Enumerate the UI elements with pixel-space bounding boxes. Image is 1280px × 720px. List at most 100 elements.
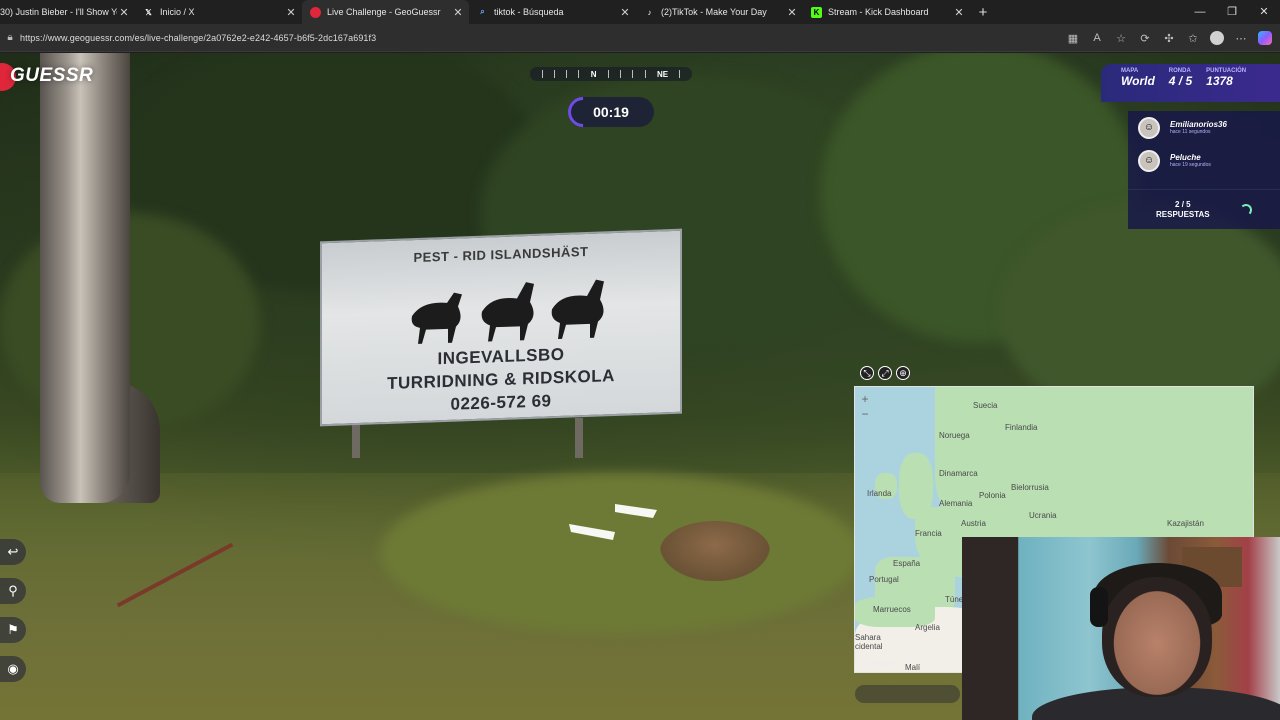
refresh-icon[interactable]: ⟳ (1138, 32, 1152, 45)
player-time: hace 19 segundos (1170, 162, 1211, 168)
minimize-icon[interactable]: — (1184, 0, 1216, 24)
flag-button[interactable]: ⚑ (0, 617, 26, 643)
copilot-icon[interactable] (1258, 31, 1272, 45)
tab-tiktok-search[interactable]: ⌕ tiktok - Búsqueda ✕ (469, 0, 636, 24)
close-icon[interactable]: ✕ (451, 6, 465, 19)
geoguessr-logo[interactable]: GUESSR (0, 63, 99, 91)
map-label-ucrania: Ucrania (1029, 511, 1057, 520)
zoom-in-icon[interactable]: + (859, 393, 871, 405)
map-label-noruega: Noruega (939, 431, 970, 440)
return-to-start-button[interactable]: ↩ (0, 539, 26, 565)
tab-justin-bieber[interactable]: 30) Justin Bieber - I'll Show You ✕ (0, 0, 135, 24)
street-view-panorama[interactable]: PEST - RID ISLANDSHÄST INGEVALLSBO TURRI… (0, 53, 1280, 720)
map-label-mali: Malí (905, 663, 921, 672)
avatar: ☺ (1138, 149, 1160, 172)
map-label-suecia: Suecia (973, 401, 998, 410)
close-window-icon[interactable]: ✕ (1248, 0, 1280, 24)
map-label-alemania: Alemania (939, 499, 973, 508)
chat-icon: ◉ (7, 661, 19, 676)
loading-spinner-icon (1239, 203, 1252, 216)
profile-avatar[interactable] (1210, 31, 1224, 45)
map-zoom-controls: + − (859, 393, 873, 420)
compass-bar: N NE (530, 67, 692, 81)
tab-title: (2)TikTok - Make Your Day (661, 7, 767, 17)
map-label-kazajistan: Kazajistán (1167, 519, 1204, 528)
more-icon[interactable]: ⋯ (1234, 32, 1248, 45)
tab-title: Inicio / X (160, 7, 195, 17)
avatar: ☺ (1138, 116, 1160, 139)
grid-icon[interactable]: ▦ (1066, 32, 1080, 45)
map-label-argelia: Argelia (915, 623, 940, 632)
player-row: ☺ Emilianorios36 hace 11 segundos (1128, 111, 1280, 144)
map-info: MAPA World (1121, 68, 1155, 102)
map-value: World (1121, 74, 1155, 88)
extensions-icon[interactable]: ✣ (1162, 32, 1176, 45)
expand-map-icon[interactable]: ⤡ (860, 366, 874, 380)
close-icon[interactable]: ✕ (785, 6, 799, 19)
url-field[interactable]: https://www.geoguessr.com/es/live-challe… (20, 33, 376, 43)
map-label-tunez: Túne (945, 595, 964, 604)
guess-button[interactable] (855, 685, 960, 703)
move-arrow-icon[interactable] (565, 496, 665, 546)
tab-tiktok[interactable]: ♪ (2)TikTok - Make Your Day ✕ (636, 0, 803, 24)
answers-label: RESPUESTAS (1156, 209, 1210, 219)
webcam-person-face (1102, 577, 1212, 697)
round-info: RONDA 4 / 5 (1169, 68, 1192, 102)
flag-icon: ⚑ (7, 622, 19, 637)
google-attribution: Google (865, 658, 896, 668)
answers-count: 2 / 5 (1175, 199, 1191, 209)
map-size-controls: ⤡ ⤢ ⊕ (860, 366, 910, 380)
round-timer: 00:19 (561, 90, 654, 134)
sign-post (575, 418, 583, 458)
geoguessr-icon (310, 6, 321, 18)
road-sign: PEST - RID ISLANDSHÄST INGEVALLSBO TURRI… (320, 228, 682, 427)
lock-icon[interactable]: 🔒︎ (0, 32, 20, 43)
score-info: PUNTUACIÓN 1378 (1206, 68, 1246, 102)
map-label-francia: Francia (915, 529, 942, 538)
new-tab-button[interactable]: + (972, 4, 994, 21)
close-icon[interactable]: ✕ (117, 6, 131, 19)
map-label-finlandia: Finlandia (1005, 423, 1038, 432)
address-bar: 🔒︎ https://www.geoguessr.com/es/live-cha… (0, 24, 1280, 52)
tab-title: 30) Justin Bieber - I'll Show You (0, 7, 117, 17)
player-row: ☺ Peluche hace 19 segundos (1128, 144, 1280, 177)
tab-title: Live Challenge - GeoGuessr (327, 7, 441, 17)
chat-button[interactable]: ◉ (0, 656, 26, 682)
tab-kick[interactable]: K Stream - Kick Dashboard ✕ (803, 0, 970, 24)
map-label-marruecos: Marruecos (873, 605, 911, 614)
x-icon: 𝕏 (145, 7, 152, 17)
map-label-bielorrusia: Bielorrusia (1011, 483, 1049, 492)
player-time: hace 11 segundos (1170, 129, 1211, 135)
tab-geoguessr[interactable]: Live Challenge - GeoGuessr ✕ (302, 0, 469, 24)
map-label-irlanda: Irlanda (867, 489, 892, 498)
close-icon[interactable]: ✕ (618, 6, 632, 19)
restore-icon[interactable]: ❐ (1216, 0, 1248, 24)
favorites-icon[interactable]: ✩ (1186, 32, 1200, 45)
star-icon[interactable]: ☆ (1114, 32, 1128, 45)
undo-arrow-icon: ↩ (7, 544, 19, 559)
close-icon[interactable]: ✕ (952, 6, 966, 19)
headset-icon (1090, 587, 1108, 627)
zoom-out-icon[interactable]: − (859, 408, 871, 420)
kick-icon: K (811, 6, 822, 18)
search-icon: ⌕ (480, 7, 485, 16)
score-value: 1378 (1206, 74, 1233, 88)
game-status-panel: MAPA World RONDA 4 / 5 PUNTUACIÓN 1378 (1101, 64, 1280, 102)
compass-ne: NE (656, 69, 669, 79)
close-icon[interactable]: ✕ (284, 6, 298, 19)
map-label-austria: Austria (961, 519, 986, 528)
pin-icon: ⚲ (8, 583, 18, 598)
pin-map-icon[interactable]: ⊕ (896, 366, 910, 380)
player-name: Emilianorios36 (1170, 120, 1227, 129)
read-aloud-icon[interactable]: A (1090, 32, 1104, 44)
map-label-portugal: Portugal (869, 575, 899, 584)
checkpoint-button[interactable]: ⚲ (0, 578, 26, 604)
shrink-map-icon[interactable]: ⤢ (878, 366, 892, 380)
map-label-dinamarca: Dinamarca (939, 469, 978, 478)
birch-trunk (40, 53, 130, 503)
tiktok-icon: ♪ (647, 7, 652, 17)
tab-x-inicio[interactable]: 𝕏 Inicio / X ✕ (135, 0, 302, 24)
tab-title: tiktok - Búsqueda (494, 7, 564, 17)
tab-title: Stream - Kick Dashboard (828, 7, 929, 17)
player-name: Peluche (1170, 153, 1201, 162)
